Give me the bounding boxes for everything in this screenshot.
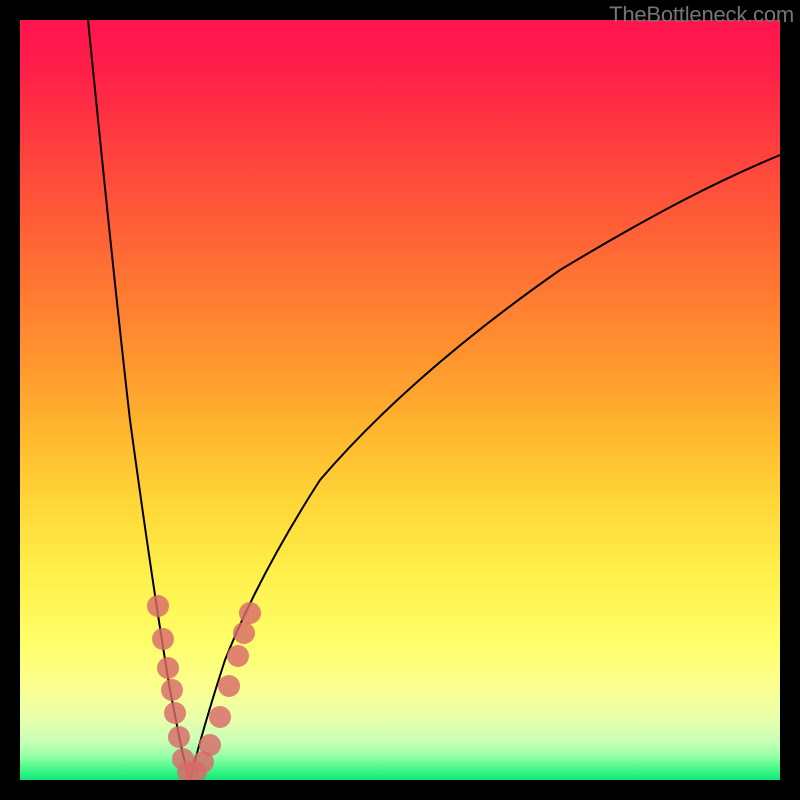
data-point	[164, 702, 186, 724]
data-point	[147, 595, 169, 617]
chart-frame: TheBottleneck.com	[0, 0, 800, 800]
data-point	[168, 726, 190, 748]
data-point	[152, 628, 174, 650]
data-point	[233, 622, 255, 644]
data-point	[199, 734, 221, 756]
watermark-text: TheBottleneck.com	[609, 2, 794, 28]
plot-area	[20, 20, 780, 780]
data-point	[218, 675, 240, 697]
data-points-layer	[20, 20, 780, 780]
data-point	[157, 657, 179, 679]
data-point	[209, 706, 231, 728]
data-point	[161, 679, 183, 701]
data-point	[239, 602, 261, 624]
data-point	[227, 645, 249, 667]
